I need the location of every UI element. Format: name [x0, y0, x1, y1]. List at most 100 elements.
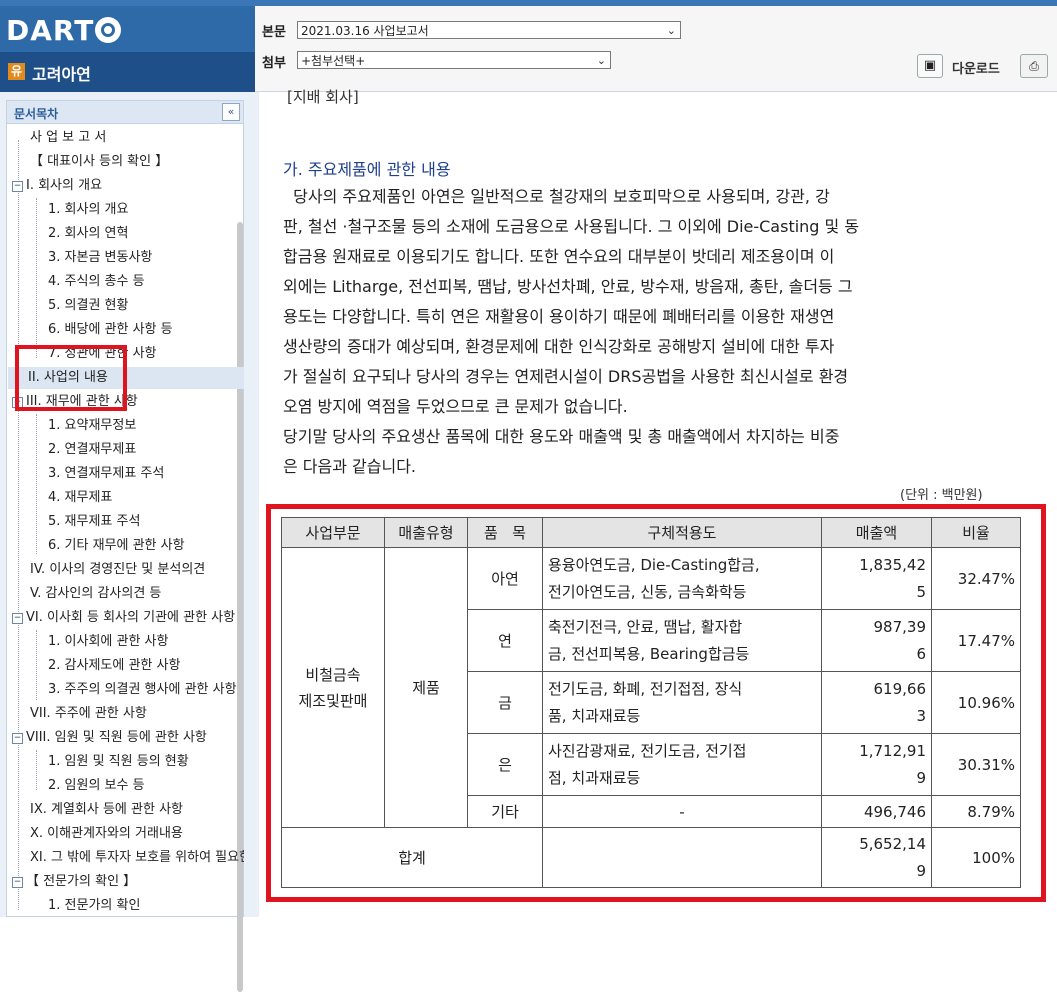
collapse-toggle-icon[interactable]: − [12, 613, 23, 624]
toc-item-label: 3. 주주의 의결권 행사에 관한 사항 [48, 682, 237, 697]
text-line: 외에는 Litharge, 전선피복, 땜납, 방사선차폐, 안료, 방수재, … [283, 277, 853, 296]
doc-toolbar [255, 6, 1057, 92]
attach-select[interactable]: +첨부선택+ ⌄ [297, 51, 611, 69]
toc-item[interactable]: 1. 이사회에 관한 사항 [48, 631, 168, 653]
toc-item-label: VII. 주주에 관한 사항 [30, 706, 147, 721]
section-heading: 가. 주요제품에 관한 내용 [283, 160, 451, 179]
toc-item[interactable]: 사 업 보 고 서 [30, 127, 106, 149]
tree-line [36, 630, 37, 700]
toc-item[interactable]: − 【 전문가의 확인 】 [12, 871, 136, 893]
logo-area: DART [0, 6, 255, 52]
tree-line [36, 414, 37, 554]
collapse-toggle-icon[interactable]: − [12, 733, 23, 744]
toc-item-label: VI. 이사회 등 회사의 기관에 관한 사항 [26, 610, 236, 625]
toc-item-label: VIII. 임원 및 직원 등에 관한 사항 [26, 730, 207, 745]
toc-item-label: 4. 주식의 총수 등 [48, 274, 145, 289]
company-name: 고려아연 [32, 65, 91, 84]
toc-item-label: 2. 감사제도에 관한 사항 [48, 658, 181, 673]
toc-item[interactable]: 4. 재무제표 [48, 487, 112, 509]
chevron-down-icon: ⌄ [596, 54, 606, 67]
toc-item[interactable]: 2. 회사의 연혁 [48, 223, 128, 245]
toc-item[interactable]: 6. 기타 재무에 관한 사항 [48, 535, 185, 557]
toc-item[interactable]: V. 감사인의 감사의견 등 [30, 583, 161, 605]
toc-item-label: X. 이해관계자와의 거래내용 [30, 826, 183, 841]
text-line: 가 절실히 요구되나 당사의 경우는 연제련시설이 DRS공법을 사용한 최신시… [283, 367, 849, 386]
toc-item[interactable]: IX. 계열회사 등에 관한 사항 [30, 799, 183, 821]
toc-item[interactable]: 1. 임원 및 직원 등의 현황 [48, 751, 189, 773]
toc-item-label: 1. 이사회에 관한 사항 [48, 634, 169, 649]
toc-item-label: 2. 연결재무제표 [48, 442, 137, 457]
text-line: 당사의 주요제품인 아연은 일반적으로 철강재의 보호피막으로 사용되며, 강관… [283, 187, 830, 206]
toc-title: 문서목차 [14, 107, 59, 121]
dart-logo[interactable]: DART [6, 14, 122, 47]
text-line: 합금용 원재료로 이용되기도 합니다. 또한 연수요의 대부분이 밧데리 제조용… [283, 247, 835, 266]
toc-item[interactable]: − I. 회사의 개요 [12, 175, 102, 197]
toc-item[interactable]: 4. 주식의 총수 등 [48, 271, 145, 293]
save-icon[interactable]: ▣ [917, 54, 943, 78]
collapse-toggle-icon[interactable]: − [12, 181, 23, 192]
toc-item-label: 2. 임원의 보수 등 [48, 778, 145, 793]
main-doc-select-value: 2021.03.16 사업보고서 [301, 24, 429, 38]
toc-item[interactable]: 【 대표이사 등의 확인 】 [30, 151, 168, 173]
main-doc-select[interactable]: 2021.03.16 사업보고서 ⌄ [297, 21, 681, 39]
toc-item[interactable]: VII. 주주에 관한 사항 [30, 703, 147, 725]
toc-item-label: IX. 계열회사 등에 관한 사항 [30, 802, 184, 817]
market-badge: 유 [8, 63, 25, 80]
toc-item[interactable]: − VIII. 임원 및 직원 등에 관한 사항 [12, 727, 244, 749]
toc-item-label: 1. 회사의 개요 [48, 202, 129, 217]
collapse-toggle-icon[interactable]: − [12, 877, 23, 888]
text-line: 은 다음과 같습니다. [283, 457, 417, 476]
text-line: 생산량의 증대가 예상되며, 환경문제에 대한 인식강화로 공해방지 설비에 대… [283, 337, 835, 356]
toc-header: 문서목차 « [7, 101, 243, 124]
tree-line [18, 140, 19, 910]
toc-item-label: I. 회사의 개요 [26, 178, 103, 193]
toc-item[interactable]: 5. 의결권 현황 [48, 295, 128, 317]
toc-item[interactable]: 3. 연결재무제표 주석 [48, 463, 164, 485]
toc-item[interactable]: 3. 자본금 변동사항 [48, 247, 152, 269]
attach-label: 첨부 [262, 56, 286, 71]
toc-item-label: 5. 의결권 현황 [48, 298, 129, 313]
toc-item[interactable]: 1. 전문가의 확인 [48, 895, 140, 917]
toc-item-label: XI. 그 밖에 투자자 보호를 위하여 필요한 사항 [30, 850, 244, 865]
download-button[interactable]: 다운로드 [952, 58, 1000, 77]
toc-item-label: 2. 회사의 연혁 [48, 226, 129, 241]
toc-item[interactable]: 5. 재무제표 주석 [48, 511, 140, 533]
toc-item-label: 1. 요약재무정보 [48, 418, 137, 433]
toc-item[interactable]: 1. 요약재무정보 [48, 415, 136, 437]
section-label: [지배 회사] [287, 88, 359, 106]
toc-item-label: IV. 이사의 경영진단 및 분석의견 [30, 562, 206, 577]
toc-item[interactable]: 1. 회사의 개요 [48, 199, 128, 221]
text-line: 판, 철선 ·철구조물 등의 소재에 도금용으로 사용됩니다. 그 이외에 Di… [283, 217, 860, 236]
print-icon[interactable]: ⎙ [1020, 54, 1048, 78]
toc-item-label: 4. 재무제표 [48, 490, 113, 505]
toc-item[interactable]: IV. 이사의 경영진단 및 분석의견 [30, 559, 205, 581]
toc-item-label: 사 업 보 고 서 [30, 130, 107, 145]
toc-item-label: 3. 자본금 변동사항 [48, 250, 153, 265]
toc-item-label: 【 전문가의 확인 】 [26, 874, 137, 889]
text-line: 용도는 다양합니다. 특히 연은 재활용이 용이하기 때문에 폐배터리를 이용한… [283, 307, 835, 326]
toc-item-label: 5. 재무제표 주석 [48, 514, 141, 529]
unit-note: (단위 : 백만원) [900, 488, 983, 503]
toc-item[interactable]: − VI. 이사회 등 회사의 기관에 관한 사항 [12, 607, 244, 629]
toc-item[interactable]: 3. 주주의 의결권 행사에 관한 사항 [48, 679, 244, 701]
toc-item-label: 1. 임원 및 직원 등의 현황 [48, 754, 189, 769]
toc-item-label: 1. 전문가의 확인 [48, 898, 141, 913]
toc-item[interactable]: X. 이해관계자와의 거래내용 [30, 823, 183, 845]
toc-item[interactable]: 2. 연결재무제표 [48, 439, 136, 461]
toc-item-label: 6. 기타 재무에 관한 사항 [48, 538, 185, 553]
toc-item[interactable]: 2. 임원의 보수 등 [48, 775, 145, 797]
collapse-sidebar-button[interactable]: « [222, 103, 240, 121]
toc-item-label: 6. 배당에 관한 사항 등 [48, 322, 173, 337]
toc-item-label: V. 감사인의 감사의견 등 [30, 586, 162, 601]
highlight-box [15, 345, 127, 411]
chevron-down-icon: ⌄ [666, 24, 676, 37]
tree-line [36, 198, 37, 358]
toc-item[interactable]: XI. 그 밖에 투자자 보호를 위하여 필요한 사항 [30, 847, 244, 869]
toc-item[interactable]: 6. 배당에 관한 사항 등 [48, 319, 173, 341]
text-line: 오염 방지에 역점을 두었으므로 큰 문제가 없습니다. [283, 397, 628, 416]
toc-item[interactable]: 2. 감사제도에 관한 사항 [48, 655, 180, 677]
toc-item-label: 【 대표이사 등의 확인 】 [30, 154, 169, 169]
logo-mark-icon [95, 17, 122, 43]
attach-select-value: +첨부선택+ [301, 54, 366, 68]
paragraph: 당사의 주요제품인 아연은 일반적으로 철강재의 보호피막으로 사용되며, 강관… [283, 182, 1005, 482]
